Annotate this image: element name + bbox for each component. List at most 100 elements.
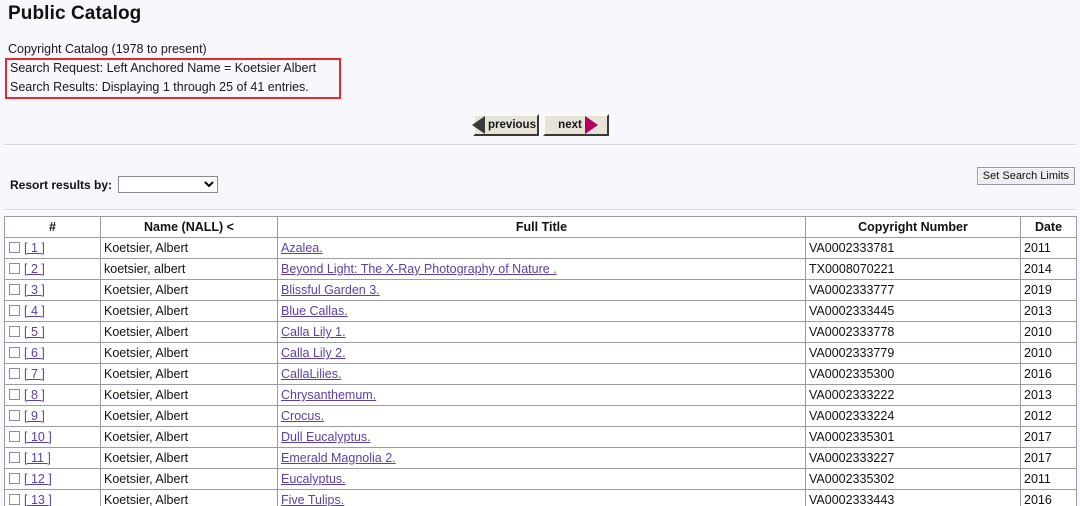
row-title-link[interactable]: Emerald Magnolia 2. bbox=[281, 451, 396, 465]
table-row: [ 7 ] Koetsier, Albert CallaLilies. VA00023… bbox=[4, 363, 1077, 385]
search-request-text: Search Request: Left Anchored Name = Koe… bbox=[10, 61, 317, 75]
row-name-cell: Koetsier, Albert bbox=[100, 300, 278, 322]
row-date-cell: 2019 bbox=[1020, 279, 1077, 301]
row-title-cell: Dull Eucalyptus. bbox=[277, 426, 806, 448]
row-date-cell: 2017 bbox=[1020, 447, 1077, 469]
row-index-link[interactable]: [ 2 ] bbox=[24, 262, 45, 276]
row-title-cell: Eucalyptus. bbox=[277, 468, 806, 490]
row-selector-cell: [ 13 ] bbox=[4, 489, 101, 506]
column-header-full-title[interactable]: Full Title bbox=[277, 216, 806, 238]
row-date-cell: 2010 bbox=[1020, 342, 1077, 364]
divider-bottom bbox=[4, 209, 1076, 211]
row-checkbox[interactable] bbox=[9, 263, 20, 274]
row-checkbox[interactable] bbox=[9, 305, 20, 316]
row-title-cell: Calla Lily 2. bbox=[277, 342, 806, 364]
results-table-body: [ 1 ] Koetsier, Albert Azalea. VA0002333781… bbox=[4, 237, 1077, 506]
row-index-link[interactable]: [ 13 ] bbox=[24, 493, 52, 506]
previous-button-label: previous bbox=[488, 119, 536, 131]
row-index-link[interactable]: [ 9 ] bbox=[24, 409, 45, 423]
row-name-cell: Koetsier, Albert bbox=[100, 426, 278, 448]
row-copyright-number-cell: VA0002335300 bbox=[805, 363, 1021, 385]
row-name-cell: Koetsier, Albert bbox=[100, 363, 278, 385]
column-header-number[interactable]: # bbox=[4, 216, 101, 238]
row-index-link[interactable]: [ 10 ] bbox=[24, 430, 52, 444]
table-row: [ 4 ] Koetsier, Albert Blue Callas. VA00023… bbox=[4, 300, 1077, 322]
row-date-cell: 2013 bbox=[1020, 384, 1077, 406]
column-header-name[interactable]: Name (NALL) < bbox=[100, 216, 278, 238]
set-search-limits-button[interactable]: Set Search Limits bbox=[976, 167, 1075, 185]
row-name-cell: Koetsier, Albert bbox=[100, 468, 278, 490]
triangle-right-icon bbox=[584, 116, 598, 134]
column-header-copyright-number[interactable]: Copyright Number bbox=[805, 216, 1021, 238]
row-checkbox[interactable] bbox=[9, 326, 20, 337]
row-selector-cell: [ 11 ] bbox=[4, 447, 101, 469]
row-selector-cell: [ 3 ] bbox=[4, 279, 101, 301]
row-checkbox[interactable] bbox=[9, 347, 20, 358]
row-title-link[interactable]: Blue Callas. bbox=[281, 304, 348, 318]
row-copyright-number-cell: VA0002333224 bbox=[805, 405, 1021, 427]
row-index-link[interactable]: [ 1 ] bbox=[24, 241, 45, 255]
row-copyright-number-cell: VA0002335302 bbox=[805, 468, 1021, 490]
row-selector-cell: [ 2 ] bbox=[4, 258, 101, 280]
row-name-cell: Koetsier, Albert bbox=[100, 237, 278, 259]
row-index-link[interactable]: [ 6 ] bbox=[24, 346, 45, 360]
row-index-link[interactable]: [ 4 ] bbox=[24, 304, 45, 318]
row-title-cell: Emerald Magnolia 2. bbox=[277, 447, 806, 469]
row-title-link[interactable]: Beyond Light: The X-Ray Photography of N… bbox=[281, 262, 557, 276]
row-selector-cell: [ 12 ] bbox=[4, 468, 101, 490]
table-row: [ 8 ] Koetsier, Albert Chrysanthemum. VA000… bbox=[4, 384, 1077, 406]
row-name-cell: Koetsier, Albert bbox=[100, 342, 278, 364]
row-index-link[interactable]: [ 11 ] bbox=[24, 451, 51, 465]
row-index-link[interactable]: [ 8 ] bbox=[24, 388, 45, 402]
row-copyright-number-cell: VA0002333222 bbox=[805, 384, 1021, 406]
page-title: Public Catalog bbox=[8, 3, 142, 24]
row-title-link[interactable]: Calla Lily 1. bbox=[281, 325, 346, 339]
row-title-link[interactable]: Azalea. bbox=[281, 241, 323, 255]
row-copyright-number-cell: VA0002333445 bbox=[805, 300, 1021, 322]
row-checkbox[interactable] bbox=[9, 368, 20, 379]
row-title-link[interactable]: Blissful Garden 3. bbox=[281, 283, 380, 297]
next-button[interactable]: next bbox=[543, 114, 609, 136]
results-table: # Name (NALL) < Full Title Copyright Num… bbox=[4, 216, 1077, 506]
row-name-cell: Koetsier, Albert bbox=[100, 321, 278, 343]
row-checkbox[interactable] bbox=[9, 452, 20, 463]
row-checkbox[interactable] bbox=[9, 410, 20, 421]
row-date-cell: 2014 bbox=[1020, 258, 1077, 280]
row-index-link[interactable]: [ 12 ] bbox=[24, 472, 52, 486]
row-date-cell: 2016 bbox=[1020, 363, 1077, 385]
row-index-link[interactable]: [ 3 ] bbox=[24, 283, 45, 297]
row-checkbox[interactable] bbox=[9, 473, 20, 484]
row-name-cell: Koetsier, Albert bbox=[100, 447, 278, 469]
pagination-nav: previous next bbox=[472, 114, 609, 136]
row-selector-cell: [ 8 ] bbox=[4, 384, 101, 406]
row-selector-cell: [ 10 ] bbox=[4, 426, 101, 448]
row-date-cell: 2012 bbox=[1020, 405, 1077, 427]
row-checkbox[interactable] bbox=[9, 389, 20, 400]
row-index-link[interactable]: [ 7 ] bbox=[24, 367, 45, 381]
row-checkbox[interactable] bbox=[9, 284, 20, 295]
row-title-link[interactable]: CallaLilies. bbox=[281, 367, 341, 381]
column-header-date[interactable]: Date bbox=[1020, 216, 1077, 238]
row-title-link[interactable]: Chrysanthemum. bbox=[281, 388, 376, 402]
previous-button[interactable]: previous bbox=[472, 114, 539, 136]
row-name-cell: Koetsier, Albert bbox=[100, 489, 278, 506]
row-index-link[interactable]: [ 5 ] bbox=[24, 325, 45, 339]
table-row: [ 6 ] Koetsier, Albert Calla Lily 2. VA0002… bbox=[4, 342, 1077, 364]
row-copyright-number-cell: VA0002335301 bbox=[805, 426, 1021, 448]
row-selector-cell: [ 4 ] bbox=[4, 300, 101, 322]
row-title-link[interactable]: Calla Lily 2. bbox=[281, 346, 346, 360]
table-row: [ 3 ] Koetsier, Albert Blissful Garden 3. V… bbox=[4, 279, 1077, 301]
resort-select[interactable] bbox=[118, 176, 219, 193]
row-title-cell: Crocus. bbox=[277, 405, 806, 427]
row-selector-cell: [ 9 ] bbox=[4, 405, 101, 427]
row-title-link[interactable]: Eucalyptus. bbox=[281, 472, 346, 486]
row-title-link[interactable]: Crocus. bbox=[281, 409, 324, 423]
row-checkbox[interactable] bbox=[9, 242, 20, 253]
row-name-cell: Koetsier, Albert bbox=[100, 384, 278, 406]
table-row: [ 10 ] Koetsier, Albert Dull Eucalyptus. VA… bbox=[4, 426, 1077, 448]
row-checkbox[interactable] bbox=[9, 494, 20, 505]
row-title-link[interactable]: Dull Eucalyptus. bbox=[281, 430, 371, 444]
row-selector-cell: [ 1 ] bbox=[4, 237, 101, 259]
row-title-link[interactable]: Five Tulips. bbox=[281, 493, 344, 506]
row-checkbox[interactable] bbox=[9, 431, 20, 442]
